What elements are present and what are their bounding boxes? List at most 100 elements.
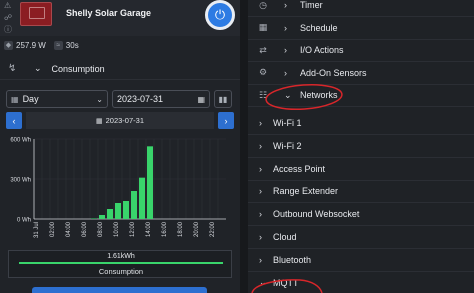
menu-item-label: Timer — [300, 0, 323, 10]
submenu-item-label: MQTT — [273, 277, 299, 288]
consumption-bar — [107, 209, 113, 219]
bolt-icon: ↯ — [8, 63, 17, 74]
submenu-item-cloud[interactable]: › Cloud — [248, 226, 474, 249]
x-tick-label: 08:00 — [98, 221, 104, 237]
settings-panel: ◷ › Timer ▦ › Schedule ⇄ › I/O Actions ⚙ › Add-On S… — [248, 0, 474, 293]
calendar-icon: ▦ — [11, 94, 19, 104]
submenu-item-label: Access Point — [273, 163, 326, 174]
calendar-icon: ▦ — [258, 22, 268, 33]
submenu-item-range-extender[interactable]: › Range Extender — [248, 180, 474, 204]
current-date-display: ▦ 2023-07-31 — [26, 112, 214, 129]
side-icon-column: ⚠ ☍ ⓘ — [4, 0, 16, 36]
current-date: 2023-07-31 — [105, 116, 144, 125]
submenu-item-wi-fi-2[interactable]: › Wi-Fi 2 — [248, 135, 474, 158]
x-tick-label: 31 Jul — [34, 222, 40, 238]
total-label: Consumption — [98, 267, 144, 276]
total-value: 1.61kWh — [107, 253, 135, 260]
menu-item-label: Networks — [300, 90, 338, 101]
sensor-icon: ⚙ — [258, 67, 268, 78]
device-panel: ⚠ ☍ ⓘ Shelly Solar Garage ⏻ ◆ 257.9 W ≈ … — [0, 0, 240, 293]
bottom-action-button[interactable] — [32, 287, 207, 293]
calendar-icon: ▦ — [96, 117, 103, 125]
menu-item-i-o-actions[interactable]: ⇄ › I/O Actions — [248, 39, 474, 63]
link-icon[interactable]: ☍ — [4, 12, 16, 24]
chevron-right-icon: › — [284, 22, 287, 33]
submenu-item-label: Outbound Websocket — [273, 209, 360, 220]
consumption-bar — [99, 215, 105, 219]
menu-item-label: Schedule — [300, 22, 338, 33]
clock-icon: ◷ — [259, 0, 267, 10]
chevron-right-icon: › — [259, 232, 262, 242]
x-tick-label: 12:00 — [130, 221, 136, 237]
chevron-right-icon: › — [259, 186, 262, 197]
x-tick-label: 14:00 — [146, 221, 152, 237]
info-icon[interactable]: ⓘ — [4, 24, 16, 36]
consumption-bar — [131, 191, 137, 219]
warning-icon[interactable]: ⚠ — [4, 0, 16, 12]
x-tick-label: 06:00 — [82, 221, 88, 237]
consumption-section-header[interactable]: ↯ ⌄ Consumption — [0, 58, 240, 80]
chevron-down-icon: ⌄ — [284, 89, 292, 100]
date-navigation: ‹ ▦ 2023-07-31 › — [6, 112, 234, 129]
chevron-right-icon: › — [284, 67, 287, 78]
date-input[interactable]: 2023-07-31 ▦ — [112, 90, 210, 108]
chevron-right-icon: › — [284, 0, 287, 10]
chevron-right-icon: › — [224, 115, 228, 126]
y-tick-label: 600 Wh — [10, 138, 31, 144]
bar-chart-icon: ▮▮ — [218, 94, 228, 104]
chevron-left-icon: ‹ — [12, 115, 16, 126]
period-value: Day — [22, 94, 39, 104]
chevron-down-icon: ⌄ — [259, 277, 267, 288]
submenu-item-label: Range Extender — [273, 186, 339, 197]
chevron-down-icon: ⌄ — [34, 63, 42, 73]
y-tick-label: 300 Wh — [10, 178, 31, 184]
consumption-bar — [91, 218, 97, 219]
device-name: Shelly Solar Garage — [66, 8, 152, 18]
consumption-bar — [123, 201, 129, 219]
submenu-item-label: Wi-Fi 2 — [273, 140, 302, 151]
submenu-item-label: Bluetooth — [273, 254, 312, 265]
x-tick-label: 10:00 — [114, 221, 120, 237]
calendar-icon[interactable]: ▦ — [197, 95, 205, 104]
chevron-right-icon: › — [259, 254, 262, 265]
consumption-section-label: Consumption — [51, 63, 105, 74]
status-bar: ◆ 257.9 W ≈ 30s — [0, 37, 240, 53]
submenu-item-wi-fi-1[interactable]: › Wi-Fi 1 — [248, 112, 474, 135]
chevron-down-icon: ⌄ — [96, 94, 103, 104]
menu-item-label: I/O Actions — [300, 45, 344, 56]
total-indicator-line — [19, 262, 223, 264]
next-date-button[interactable]: › — [218, 112, 234, 129]
previous-date-button[interactable]: ‹ — [6, 112, 22, 129]
menu-item-add-on-sensors[interactable]: ⚙ › Add-On Sensors — [248, 62, 474, 85]
menu-item-networks[interactable]: ☷ ⌄ Networks — [248, 84, 474, 108]
x-tick-label: 16:00 — [162, 221, 168, 237]
x-tick-label: 02:00 — [50, 221, 56, 237]
consumption-bar — [115, 203, 121, 219]
x-tick-label: 18:00 — [178, 221, 184, 237]
submenu-item-outbound-websocket[interactable]: › Outbound Websocket — [248, 203, 474, 227]
device-header: ⚠ ☍ ⓘ Shelly Solar Garage ⏻ — [0, 0, 240, 36]
period-select[interactable]: ▦ Day ⌄ — [6, 90, 108, 108]
x-tick-label: 04:00 — [66, 221, 72, 237]
chevron-right-icon: › — [259, 118, 262, 128]
chart-type-button[interactable]: ▮▮ — [214, 90, 232, 108]
interval-stat: ≈ 30s — [53, 40, 79, 50]
submenu-item-access-point[interactable]: › Access Point — [248, 158, 474, 181]
consumption-chart: 0 Wh 300 Wh 600 Wh 31 Jul 02:00 04:00 06:00 08:… — [10, 138, 226, 238]
chevron-right-icon: › — [259, 209, 262, 220]
menu-item-timer[interactable]: ◷ › Timer — [248, 0, 474, 17]
chart-controls: ▦ Day ⌄ 2023-07-31 ▦ ▮▮ — [6, 90, 234, 108]
power-button[interactable]: ⏻ — [205, 0, 235, 30]
power-stat: ◆ 257.9 W — [4, 40, 46, 50]
chevron-right-icon: › — [259, 163, 262, 174]
consumption-bar — [139, 177, 145, 219]
x-tick-label: 20:00 — [194, 221, 200, 237]
submenu-item-bluetooth[interactable]: › Bluetooth — [248, 249, 474, 272]
chevron-right-icon: › — [259, 140, 262, 151]
power-icon: ⏻ — [214, 7, 226, 22]
meter-icon: ◆ — [4, 40, 13, 50]
y-tick-label: 0 Wh — [17, 218, 31, 224]
submenu-item-mqtt[interactable]: ⌄ MQTT — [248, 272, 474, 293]
consumption-bar — [147, 146, 153, 219]
menu-item-schedule[interactable]: ▦ › Schedule — [248, 17, 474, 40]
